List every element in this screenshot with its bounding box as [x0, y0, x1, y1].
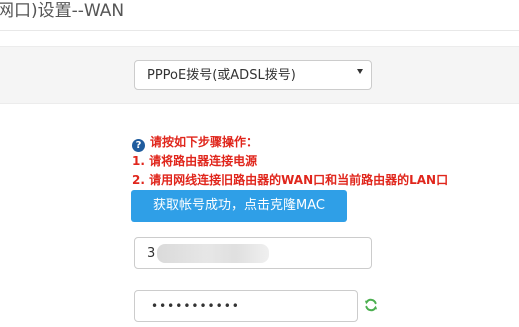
instructions-heading: 请按如下步骤操作：: [150, 135, 259, 149]
instructions-heading-row: ? 请按如下步骤操作：: [132, 134, 517, 152]
connection-type-select[interactable]: PPPoE拨号(或ADSL拨号): [134, 60, 372, 90]
password-field[interactable]: •••••••••••: [134, 290, 358, 322]
page-title: 网口)设置--WAN: [0, 1, 125, 21]
clone-mac-button[interactable]: 获取帐号成功，点击克隆MAC: [131, 190, 347, 222]
refresh-icon[interactable]: [364, 298, 378, 312]
connection-type-value: PPPoE拨号(或ADSL拨号): [147, 68, 296, 83]
instruction-step-1: 1. 请将路由器连接电源: [132, 154, 258, 168]
instructions-block: ? 请按如下步骤操作： 1. 请将路由器连接电源 2. 请用网线连接旧路由器的WA…: [132, 134, 517, 189]
instruction-step-2: 2. 请用网线连接旧路由器的WAN口和当前路由器的LAN口: [132, 173, 449, 187]
password-masked-value: •••••••••••: [151, 299, 240, 313]
account-field[interactable]: 3: [134, 237, 372, 269]
redacted-blur: [157, 244, 269, 263]
account-value: 3: [147, 246, 156, 261]
page-header: 网口)设置--WAN: [0, 0, 519, 31]
chevron-down-icon: [357, 69, 363, 74]
question-circle-icon: ?: [132, 139, 145, 152]
